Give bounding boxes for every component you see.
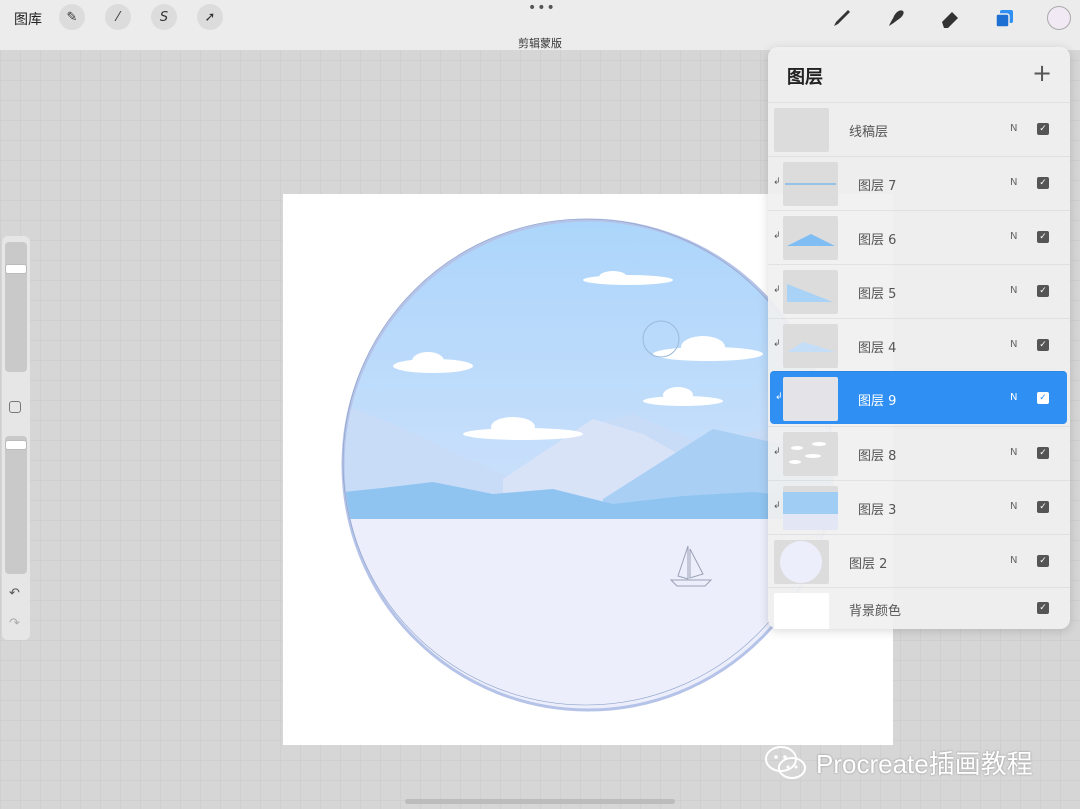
layer-visibility-checkbox[interactable]: ✓ (1037, 123, 1049, 135)
layer-name[interactable]: 图层 9 (858, 390, 896, 409)
document-title: 剪辑蒙版 (518, 37, 562, 50)
layer-visibility-checkbox[interactable]: ✓ (1037, 231, 1049, 243)
brush-icon[interactable] (828, 4, 856, 32)
layer-visibility-checkbox[interactable]: ✓ (1037, 555, 1049, 567)
color-picker-button[interactable] (1047, 6, 1071, 30)
clipping-mask-icon: ↲ (773, 339, 781, 349)
layer-name[interactable]: 图层 3 (858, 499, 896, 518)
smudge-icon[interactable] (882, 4, 910, 32)
layers-panel-title: 图层 (787, 67, 823, 88)
layer-row[interactable]: 线稿层 N ✓ (768, 102, 1070, 155)
wechat-icon (765, 745, 806, 779)
layer-row[interactable]: 图层 2 N ✓ (768, 534, 1070, 587)
home-indicator (405, 799, 675, 804)
layer-thumbnail (783, 216, 838, 260)
blend-mode-button[interactable]: N (1010, 285, 1017, 296)
layer-visibility-checkbox[interactable]: ✓ (1037, 177, 1049, 189)
brush-size-slider[interactable] (5, 242, 27, 372)
layer-thumbnail (783, 162, 838, 206)
layer-row[interactable]: ↲ 图层 7 N ✓ (768, 156, 1070, 209)
layer-thumbnail (783, 324, 838, 368)
opacity-slider[interactable] (5, 436, 27, 574)
layers-icon[interactable] (991, 4, 1019, 32)
layer-visibility-checkbox[interactable]: ✓ (1037, 339, 1049, 351)
layer-visibility-checkbox[interactable]: ✓ (1037, 285, 1049, 297)
opacity-knob[interactable] (5, 440, 27, 450)
background-color-swatch[interactable] (774, 593, 829, 629)
clipping-mask-icon: ↲ (775, 392, 783, 402)
more-options-icon[interactable]: ••• (528, 0, 556, 16)
layer-thumbnail (774, 540, 829, 584)
blend-mode-button[interactable]: N (1010, 501, 1017, 512)
layer-row[interactable]: ↲ 图层 8 N ✓ (768, 426, 1070, 479)
left-sidebar: ↶ ↷ (2, 236, 30, 640)
eraser-icon[interactable] (936, 4, 964, 32)
layer-name[interactable]: 图层 7 (858, 175, 896, 194)
blend-mode-button[interactable]: N (1010, 177, 1017, 188)
clipping-mask-icon: ↲ (773, 447, 781, 457)
clipping-mask-icon: ↲ (773, 285, 781, 295)
layer-row[interactable]: ↲ 图层 6 N ✓ (768, 210, 1070, 263)
add-layer-button[interactable]: + (1032, 59, 1052, 87)
blend-mode-button[interactable]: N (1010, 123, 1017, 134)
layer-thumbnail (783, 486, 838, 530)
layer-visibility-checkbox[interactable]: ✓ (1037, 447, 1049, 459)
layer-thumbnail (783, 270, 838, 314)
magic-wand-icon[interactable]: ⁄ (105, 4, 131, 30)
clipping-mask-icon: ↲ (773, 501, 781, 511)
layer-row-background[interactable]: 背景颜色 ✓ (768, 587, 1070, 629)
brush-size-knob[interactable] (5, 264, 27, 274)
wrench-icon[interactable]: ✎ (59, 4, 85, 30)
layer-thumbnail (774, 108, 829, 152)
layer-name: 背景颜色 (849, 604, 902, 619)
layer-name[interactable]: 图层 4 (858, 337, 896, 356)
top-toolbar: 图库 ✎ ⁄ S ➚ ••• 剪辑蒙版 (0, 0, 1080, 50)
undo-icon[interactable]: ↶ (9, 586, 20, 601)
layer-visibility-checkbox[interactable]: ✓ (1037, 602, 1049, 614)
layer-name[interactable]: 图层 8 (858, 445, 896, 464)
redo-icon[interactable]: ↷ (9, 616, 20, 631)
layer-thumbnail (783, 432, 838, 476)
blend-mode-button[interactable]: N (1010, 339, 1017, 350)
layer-name[interactable]: 线稿层 (849, 121, 888, 140)
layer-visibility-checkbox[interactable]: ✓ (1037, 392, 1049, 404)
layer-row[interactable]: ↲ 图层 4 N ✓ (768, 318, 1070, 371)
blend-mode-button[interactable]: N (1010, 447, 1017, 458)
transform-arrow-icon[interactable]: ➚ (197, 4, 223, 30)
layers-panel: 图层 + 线稿层 N ✓ ↲ 图层 7 N ✓ ↲ 图层 6 N ✓ ↲ 图层 … (768, 47, 1070, 629)
layer-name[interactable]: 图层 5 (858, 283, 896, 302)
layer-row-active[interactable]: ↲ 图层 9 N ✓ (770, 371, 1067, 424)
layer-row[interactable]: ↲ 图层 5 N ✓ (768, 264, 1070, 317)
layer-visibility-checkbox[interactable]: ✓ (1037, 501, 1049, 513)
layer-name[interactable]: 图层 2 (849, 553, 887, 572)
modify-button[interactable] (9, 401, 21, 413)
blend-mode-button[interactable]: N (1010, 231, 1017, 242)
clipping-mask-icon: ↲ (773, 177, 781, 187)
gallery-button[interactable]: 图库 (14, 9, 42, 29)
selection-icon[interactable]: S (151, 4, 177, 30)
watermark-text: Procreate插画教程 (816, 749, 1033, 779)
blend-mode-button[interactable]: N (1010, 555, 1017, 566)
watermark: Procreate插画教程 (764, 744, 1033, 781)
layer-thumbnail (783, 377, 838, 421)
clipping-mask-icon: ↲ (773, 231, 781, 241)
layer-name[interactable]: 图层 6 (858, 229, 896, 248)
layer-row[interactable]: ↲ 图层 3 N ✓ (768, 480, 1070, 533)
blend-mode-button[interactable]: N (1010, 392, 1017, 403)
